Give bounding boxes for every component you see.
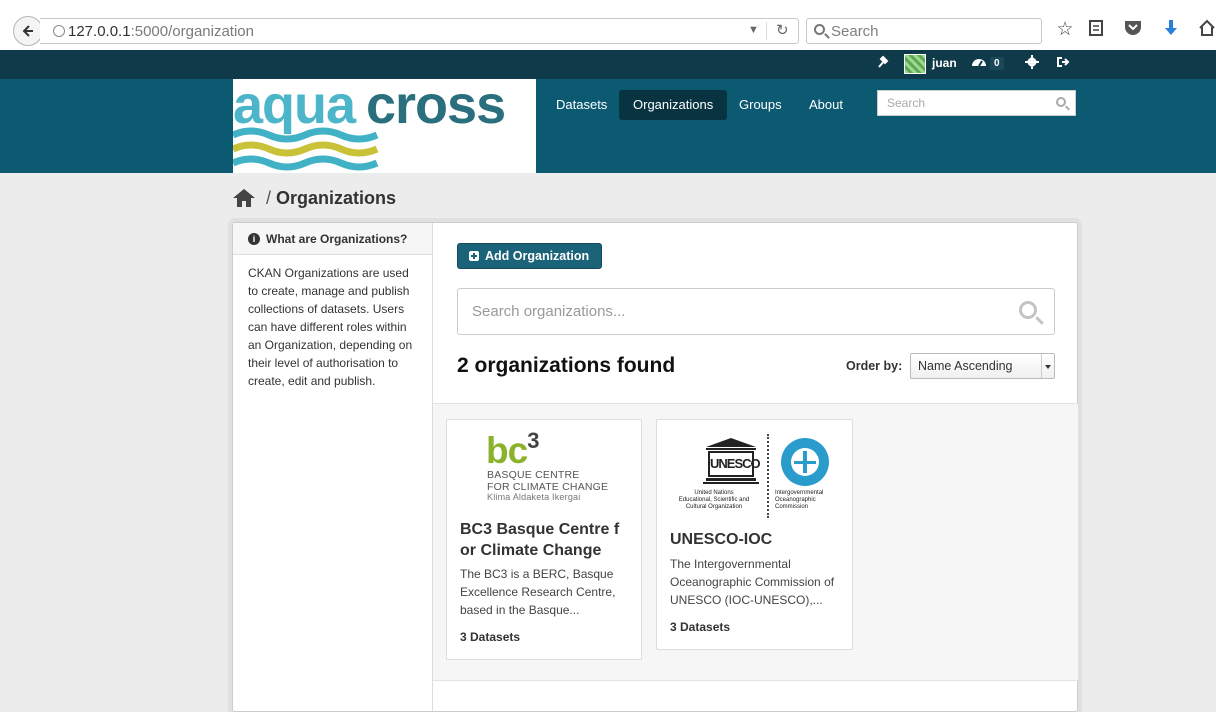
account-bar: juan 0: [0, 50, 1216, 79]
reading-list-icon[interactable]: [1085, 19, 1107, 41]
ioc-caption: Intergovernmental Oceanographic Commissi…: [775, 490, 841, 511]
nav-datasets[interactable]: Datasets: [542, 90, 621, 120]
add-organization-button[interactable]: Add Organization: [457, 243, 603, 269]
organization-grid: bc3 BASQUE CENTRE FOR CLIMATE CHANGE Kli…: [433, 403, 1078, 681]
order-by-label: Order by:: [846, 359, 903, 373]
browser-search-placeholder: Search: [831, 23, 879, 40]
aquacross-logo-image: aqua cross: [233, 79, 506, 171]
ioc-caption-line: Oceanographic: [775, 497, 816, 503]
organization-card-bc3[interactable]: bc3 BASQUE CENTRE FOR CLIMATE CHANGE Kli…: [446, 419, 642, 660]
add-organization-label: Add Organization: [485, 249, 590, 263]
logo-divider: [767, 434, 769, 518]
url-bar[interactable]: 127.0.0.1:5000/organization ▼ ↻: [40, 18, 799, 44]
organization-description-line: Oceanographic Commission of: [670, 575, 835, 589]
svg-text:aqua: aqua: [233, 79, 357, 135]
url-text: 127.0.0.1:5000/organization: [68, 23, 254, 40]
sidebar-description: CKAN Organizations are used to create, m…: [248, 266, 413, 388]
unesco-temple-icon: UNESCO: [703, 438, 761, 484]
url-path: :5000/organization: [130, 23, 254, 40]
logout-icon[interactable]: [1056, 56, 1070, 71]
ioc-caption-line: Commission: [775, 504, 809, 510]
organization-description: The Intergovernmental Oceanographic Comm…: [670, 555, 834, 609]
bc3-logo-line: Klima Aldaketa Ikergai: [487, 492, 581, 502]
results-heading: 2 organizations found: [457, 354, 676, 377]
star-icon[interactable]: ☆: [1054, 19, 1076, 41]
order-by-select[interactable]: Name Ascending: [910, 353, 1055, 379]
dashboard-count-badge: 0: [990, 57, 1004, 70]
search-icon[interactable]: [1019, 301, 1037, 319]
nav-organizations[interactable]: Organizations: [619, 90, 728, 120]
organization-description-line: UNESCO (IOC-UNESCO),...: [670, 593, 823, 607]
unesco-caption-line: Educational, Scientific and: [678, 497, 750, 503]
breadcrumb-separator: /: [266, 187, 272, 208]
bc3-logo-line: BASQUE CENTRE: [487, 469, 580, 481]
url-divider: [766, 22, 767, 40]
organization-description-line: The Intergovernmental: [670, 557, 791, 571]
organization-description-line: based in the Basque...: [460, 603, 580, 617]
sidebar-heading: i What are Organizations?: [233, 223, 432, 255]
dataset-count: 3 Datasets: [670, 620, 731, 634]
organization-search-input[interactable]: [458, 289, 998, 333]
organization-description-line: The BC3 is a BERC, Basque: [460, 567, 614, 581]
username-link[interactable]: juan: [932, 56, 957, 70]
organization-description: The BC3 is a BERC, Basque Excellence Res…: [460, 565, 615, 619]
organization-title-line: BC3 Basque Centre f: [460, 521, 620, 538]
unesco-ioc-logo: UNESCO United Nations Educational, Scien…: [669, 432, 841, 518]
avatar[interactable]: [904, 54, 926, 74]
sidebar-heading-text: What are Organizations?: [266, 231, 408, 246]
chevron-down-icon: [1041, 354, 1054, 378]
site-search: [877, 90, 1076, 116]
nav-groups[interactable]: Groups: [725, 90, 796, 120]
organization-title[interactable]: UNESCO-IOC: [670, 529, 772, 550]
back-icon: [22, 25, 33, 37]
sysadmin-icon[interactable]: [877, 55, 889, 72]
search-icon: [814, 24, 825, 35]
organization-title-line: or Climate Change: [460, 542, 602, 559]
main-wrapper: i What are Organizations? CKAN Organizat…: [232, 222, 1078, 712]
ioc-emblem-icon: [781, 438, 829, 486]
bc3-logo-mark: bc3: [486, 428, 539, 472]
bc3-logo-mark-text: bc: [486, 430, 528, 471]
dropdown-icon[interactable]: ▼: [748, 24, 759, 36]
search-icon[interactable]: [1056, 97, 1066, 107]
organization-search: [457, 288, 1055, 335]
url-host: 127.0.0.1: [68, 23, 131, 40]
download-icon[interactable]: [1160, 19, 1182, 41]
dashboard-icon[interactable]: [971, 55, 987, 72]
plus-icon: [469, 251, 479, 261]
home-icon[interactable]: [1196, 19, 1216, 41]
home-icon[interactable]: [233, 189, 255, 207]
info-icon: i: [248, 232, 260, 245]
organization-title[interactable]: BC3 Basque Centre f or Climate Change: [460, 519, 619, 561]
reload-icon[interactable]: ↻: [776, 21, 789, 39]
browser-search-box[interactable]: Search: [806, 18, 1042, 44]
organization-description-line: Excellence Research Centre,: [460, 585, 616, 599]
site-search-input[interactable]: [878, 91, 1048, 115]
svg-text:cross: cross: [366, 79, 505, 135]
settings-icon[interactable]: [1025, 55, 1039, 72]
browser-toolbar: 127.0.0.1:5000/organization ▼ ↻ Search ☆: [0, 0, 1216, 50]
unesco-caption-line: United Nations: [694, 490, 734, 496]
order-by-value: Name Ascending: [918, 359, 1013, 373]
sidebar: i What are Organizations? CKAN Organizat…: [233, 223, 433, 711]
pocket-icon[interactable]: [1122, 19, 1144, 41]
nav-about[interactable]: About: [795, 90, 857, 120]
breadcrumb: / Organizations: [233, 186, 396, 210]
ioc-caption-line: Intergovernmental: [775, 490, 824, 496]
breadcrumb-current[interactable]: Organizations: [276, 188, 396, 209]
globe-icon: [53, 25, 65, 37]
back-button[interactable]: [13, 16, 43, 46]
bc3-logo-mark-sup: 3: [527, 428, 539, 453]
unesco-caption-line: Cultural Organization: [685, 504, 743, 510]
unesco-caption: United Nations Educational, Scientific a…: [669, 490, 759, 511]
site-logo[interactable]: aqua cross: [233, 79, 536, 173]
dataset-count: 3 Datasets: [460, 630, 521, 644]
unesco-temple-text: UNESCO: [708, 451, 761, 477]
organization-card-unesco-ioc[interactable]: UNESCO United Nations Educational, Scien…: [656, 419, 853, 650]
bc3-logo: bc3 BASQUE CENTRE FOR CLIMATE CHANGE Kli…: [486, 428, 616, 506]
